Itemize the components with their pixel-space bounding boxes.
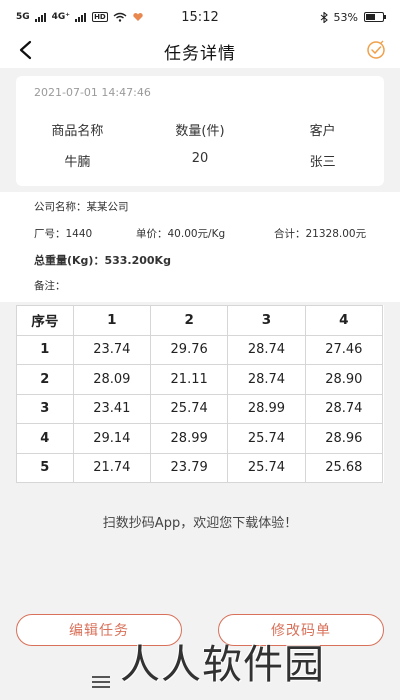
product-header-row: 商品名称 数量(件) 客户 bbox=[16, 120, 384, 139]
total-amount: 合计：21328.00元 bbox=[274, 228, 367, 240]
table-cell: 28.90 bbox=[304, 364, 384, 395]
table-cell: 28.96 bbox=[304, 423, 384, 454]
table-cell: 28.74 bbox=[304, 393, 384, 424]
unit-price: 单价：40.00元/Kg bbox=[136, 228, 226, 240]
welcome-banner: 扫数抄码App，欢迎您下载体验！ bbox=[0, 496, 400, 620]
table-cell: 25.74 bbox=[227, 452, 306, 483]
product-name-value: 牛腩 bbox=[64, 155, 91, 170]
table-cell: 21.11 bbox=[149, 364, 229, 395]
table-cell: 23.79 bbox=[149, 452, 229, 483]
table-row: 4 29.14 28.99 25.74 28.96 bbox=[16, 423, 384, 454]
table-cell: 23.74 bbox=[72, 334, 151, 365]
table-cell: 25.74 bbox=[149, 393, 229, 424]
table-cell: 29.14 bbox=[72, 423, 151, 454]
table-row: 1 23.74 29.76 28.74 27.46 bbox=[16, 334, 384, 365]
table-row: 2 28.09 21.11 28.74 28.90 bbox=[16, 364, 384, 395]
table-header-cell: 序号 bbox=[16, 305, 74, 336]
page-title: 任务详情 bbox=[164, 43, 236, 64]
task-timestamp: 2021-07-01 14:47:46 bbox=[34, 86, 151, 99]
table-header-cell: 1 bbox=[72, 305, 151, 336]
chevron-left-icon[interactable] bbox=[12, 37, 38, 63]
customer-label: 客户 bbox=[309, 124, 336, 139]
table-cell: 3 bbox=[16, 393, 74, 424]
table-row: 5 21.74 23.79 25.74 25.68 bbox=[16, 452, 384, 483]
weight-table: 序号 1 2 3 4 1 23.74 29.76 28.74 27.46 2 2… bbox=[16, 305, 384, 483]
table-header-cell: 2 bbox=[149, 305, 229, 336]
check-circle-icon[interactable] bbox=[364, 38, 388, 62]
welcome-text: 扫数抄码App，欢迎您下载体验！ bbox=[102, 516, 298, 531]
product-value-row: 牛腩 20 张三 bbox=[16, 151, 384, 170]
table-cell: 28.74 bbox=[227, 364, 306, 395]
table-cell: 27.46 bbox=[304, 334, 384, 365]
nav-bar: 任务详情 bbox=[0, 34, 400, 68]
table-cell: 29.76 bbox=[149, 334, 229, 365]
factory-number: 厂号：1440 bbox=[34, 228, 93, 240]
status-time: 15:12 bbox=[181, 10, 219, 25]
table-cell: 23.41 bbox=[72, 393, 151, 424]
table-cell: 28.09 bbox=[72, 364, 151, 395]
table-header-cell: 4 bbox=[304, 305, 384, 336]
table-header-cell: 3 bbox=[227, 305, 306, 336]
table-header-row: 序号 1 2 3 4 bbox=[16, 305, 384, 336]
table-cell: 1 bbox=[16, 334, 74, 365]
table-cell: 5 bbox=[16, 452, 74, 483]
menu-icon[interactable] bbox=[92, 676, 110, 688]
status-bar: 5G 4G⁺ HD 15:12 53% bbox=[0, 0, 400, 34]
watermark: 人人软件园 bbox=[120, 642, 325, 688]
company-name: 公司名称：某某公司 bbox=[34, 201, 129, 213]
table-cell: 28.74 bbox=[227, 334, 306, 365]
table-cell: 28.99 bbox=[149, 423, 229, 454]
task-info-section: 公司名称：某某公司 厂号：1440 单价：40.00元/Kg 合计：21328.… bbox=[0, 192, 400, 302]
customer-value: 张三 bbox=[309, 155, 336, 170]
product-name-label: 商品名称 bbox=[51, 124, 104, 139]
table-cell: 4 bbox=[16, 423, 74, 454]
total-weight: 总重量(Kg)：533.200Kg bbox=[34, 254, 171, 267]
table-cell: 2 bbox=[16, 364, 74, 395]
quantity-label: 数量(件) bbox=[175, 124, 225, 139]
quantity-value: 20 bbox=[191, 151, 209, 166]
remark: 备注： bbox=[34, 280, 66, 292]
table-cell: 25.68 bbox=[304, 452, 384, 483]
table-cell: 28.99 bbox=[227, 393, 306, 424]
table-cell: 25.74 bbox=[227, 423, 306, 454]
task-header-card: 2021-07-01 14:47:46 商品名称 数量(件) 客户 牛腩 20 … bbox=[16, 76, 384, 186]
table-row: 3 23.41 25.74 28.99 28.74 bbox=[16, 393, 384, 424]
table-cell: 21.74 bbox=[72, 452, 151, 483]
battery-icon bbox=[364, 12, 386, 22]
